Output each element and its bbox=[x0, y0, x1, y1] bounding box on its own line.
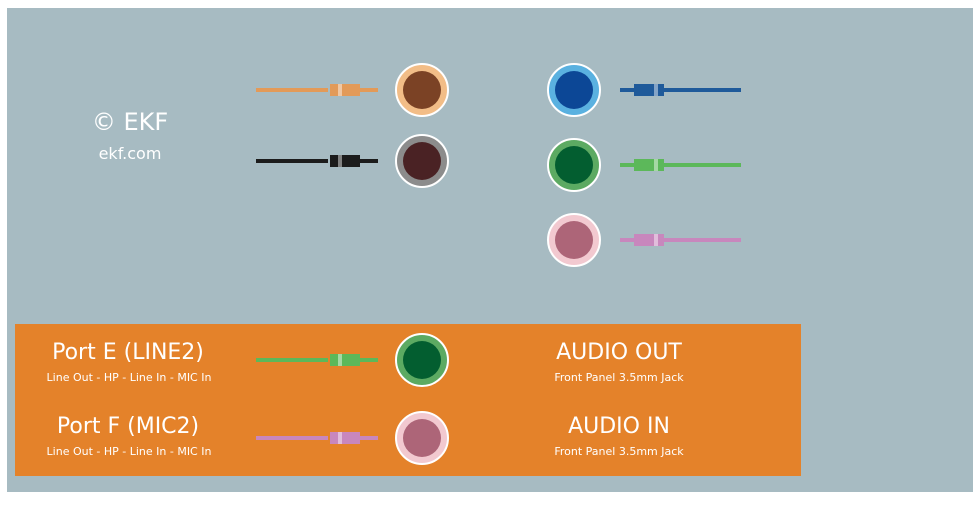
blue-jack bbox=[547, 63, 601, 117]
black-jack-core bbox=[403, 142, 441, 180]
pink-jack-core bbox=[403, 419, 441, 457]
orange-cable bbox=[256, 84, 378, 96]
green-jack bbox=[395, 333, 449, 387]
orange-jack-core bbox=[403, 71, 441, 109]
black-cable bbox=[256, 155, 378, 167]
pink-jack bbox=[547, 213, 601, 267]
green-jack bbox=[547, 138, 601, 192]
blue-cable bbox=[620, 84, 741, 96]
pink-cable bbox=[620, 234, 741, 246]
pink-jack bbox=[395, 411, 449, 465]
green-cable bbox=[256, 354, 378, 366]
pink-jack-core bbox=[555, 221, 593, 259]
orange-jack bbox=[395, 63, 449, 117]
pink-cable bbox=[256, 432, 378, 444]
black-jack bbox=[395, 134, 449, 188]
blue-jack-core bbox=[555, 71, 593, 109]
green-cable bbox=[620, 159, 741, 171]
green-jack-core bbox=[555, 146, 593, 184]
green-jack-core bbox=[403, 341, 441, 379]
jack-artwork bbox=[256, 63, 741, 465]
